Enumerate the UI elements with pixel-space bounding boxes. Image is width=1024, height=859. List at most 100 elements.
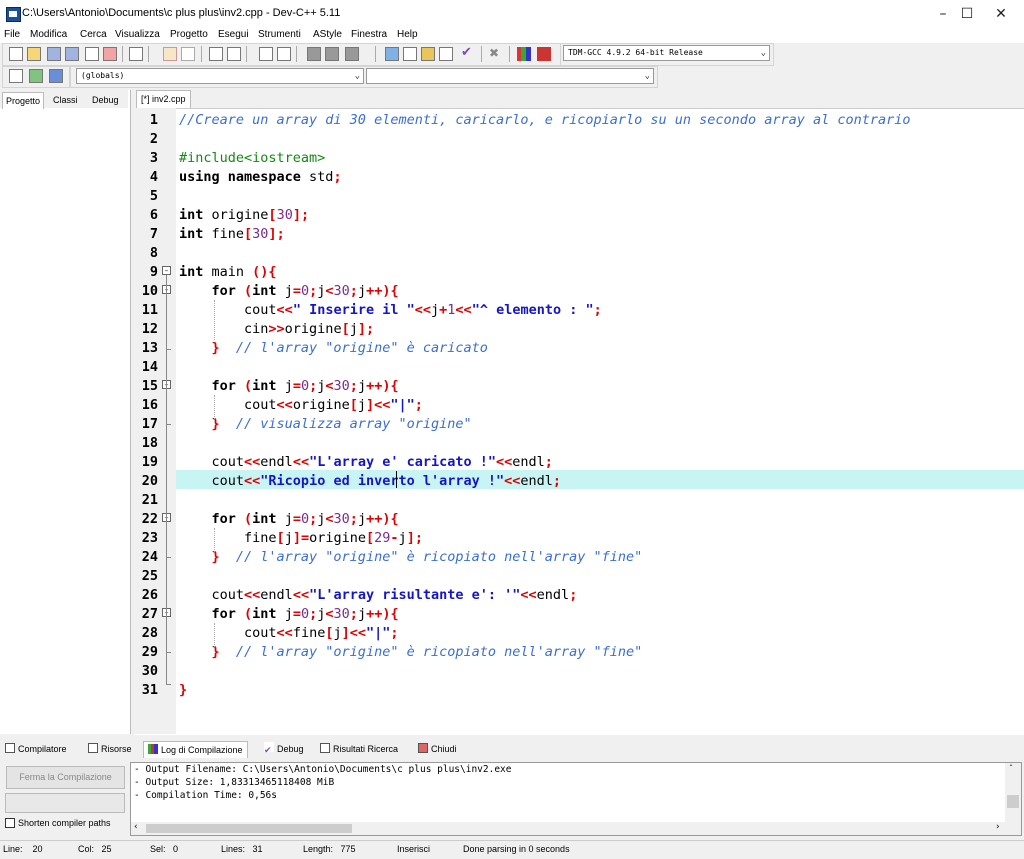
compile-icon[interactable] (385, 47, 399, 61)
debug-check-icon: ✔ (264, 742, 274, 755)
rebuild-icon[interactable] (439, 47, 453, 61)
code-line[interactable]: for (int j=0;j<30;j++){ (179, 377, 399, 396)
menu-astyle[interactable]: AStyle (313, 29, 342, 40)
project-remove-icon[interactable] (345, 47, 359, 61)
tab-progetto[interactable]: Progetto (2, 92, 45, 109)
fold-end-mark (166, 557, 171, 558)
menu-help[interactable]: Help (397, 29, 418, 40)
save-all-icon[interactable] (65, 47, 79, 61)
stop-compilation-button[interactable]: Ferma la Compilazione (6, 766, 125, 789)
replace-icon[interactable] (227, 47, 241, 61)
code-line[interactable]: cout<<"Ricopio ed inverto l'array !"<<en… (179, 472, 562, 491)
tab-debug[interactable]: Debug (89, 92, 122, 108)
code-line[interactable]: int origine[30]; (179, 206, 309, 225)
print-icon[interactable] (129, 47, 143, 61)
tab-classi[interactable]: Classi (50, 92, 81, 108)
menu-progetto[interactable]: Progetto (170, 29, 208, 40)
goto-bookmark-icon[interactable] (49, 69, 63, 83)
line-number: 22 (141, 511, 158, 527)
line-number: 13 (141, 340, 158, 356)
code-line[interactable]: cout<<endl<<"L'array e' caricato !"<<end… (179, 453, 553, 472)
menu-visualizza[interactable]: Visualizza (115, 29, 160, 40)
line-number: 21 (141, 492, 158, 508)
compiler-select[interactable]: TDM-GCC 4.9.2 64-bit Release ⌄ (563, 45, 770, 61)
tab-debug-bottom[interactable]: ✔ Debug (264, 741, 304, 757)
code-line[interactable]: for (int j=0;j<30;j++){ (179, 282, 399, 301)
menu-file[interactable]: File (4, 29, 20, 40)
scope-select[interactable]: (globals) ⌄ (76, 68, 364, 84)
code-line[interactable]: } // l'array "origine" è ricopiato nell'… (179, 548, 643, 567)
line-number: 30 (141, 663, 158, 679)
open-file-icon[interactable] (27, 47, 41, 61)
code-line[interactable]: int main (){ (179, 263, 277, 282)
compile-run-icon[interactable] (421, 47, 435, 61)
tab-risorse[interactable]: Risorse (88, 741, 132, 757)
delete-profile-icon[interactable] (537, 47, 551, 61)
tab-log-compilazione[interactable]: Log di Compilazione (143, 741, 248, 758)
code-line[interactable]: cin>>origine[j]; (179, 320, 374, 339)
line-number: 11 (141, 302, 158, 318)
code-line[interactable]: cout<<fine[j]<<"|"; (179, 624, 399, 643)
tab-compilatore[interactable]: Compilatore (5, 741, 67, 757)
scroll-left-icon[interactable]: ‹ (134, 822, 138, 832)
project-new-icon[interactable] (307, 47, 321, 61)
code-line[interactable]: fine[j]=origine[29-j]; (179, 529, 423, 548)
close-all-icon[interactable] (103, 47, 117, 61)
chevron-down-icon: ⌄ (354, 71, 360, 81)
close-file-icon[interactable] (85, 47, 99, 61)
tab-chiudi[interactable]: Chiudi (418, 741, 457, 757)
new-file-icon[interactable] (9, 47, 23, 61)
fold-end-mark (166, 684, 171, 685)
save-icon[interactable] (47, 47, 61, 61)
code-line[interactable]: int fine[30]; (179, 225, 285, 244)
undo-icon[interactable] (163, 47, 177, 61)
shorten-paths-checkbox[interactable]: Shorten compiler paths (5, 818, 111, 828)
menu-finestra[interactable]: Finestra (351, 29, 387, 40)
menu-cerca[interactable]: Cerca (80, 29, 107, 40)
project-panel (0, 90, 131, 734)
menu-modifica[interactable]: Modifica (30, 29, 67, 40)
syntax-check-icon[interactable]: ✔ (461, 46, 475, 61)
code-line[interactable]: } (179, 681, 187, 700)
code-line[interactable]: cout<<origine[j]<<"|"; (179, 396, 423, 415)
log-vscroll-thumb[interactable] (1007, 795, 1019, 808)
indent-guide (214, 623, 215, 647)
status-message: Done parsing in 0 seconds (463, 844, 570, 854)
goto-line-icon[interactable] (259, 47, 273, 61)
code-line[interactable]: #include<iostream> (179, 149, 325, 168)
editor-file-tab[interactable]: [*] inv2.cpp (136, 90, 191, 108)
code-line[interactable]: cout<<endl<<"L'array risultante e': '"<<… (179, 586, 578, 605)
stop-execution-icon[interactable]: ✖ (489, 47, 503, 61)
redo-icon[interactable] (181, 47, 195, 61)
find-icon[interactable] (209, 47, 223, 61)
code-line[interactable]: for (int j=0;j<30;j++){ (179, 605, 399, 624)
code-line[interactable]: } // l'array "origine" è ricopiato nell'… (179, 643, 643, 662)
close-button[interactable]: ✕ (978, 0, 1024, 28)
toggle-bookmark-icon[interactable] (29, 69, 43, 83)
scroll-up-icon[interactable]: ˆ (1009, 764, 1013, 773)
checkbox-box[interactable] (5, 818, 15, 828)
code-line[interactable]: cout<<" Inserire il "<<j+1<<"^ elemento … (179, 301, 602, 320)
menu-esegui[interactable]: Esegui (218, 29, 249, 40)
insert-icon[interactable] (9, 69, 23, 83)
project-add-icon[interactable] (325, 47, 339, 61)
log-scroll-thumb[interactable] (146, 824, 352, 833)
status-sel: Sel: 0 (150, 844, 179, 854)
tab-risultati-ricerca[interactable]: Risultati Ricerca (320, 741, 398, 757)
bookmark-icon[interactable] (277, 47, 291, 61)
class-toolbar (2, 66, 70, 88)
profile-icon[interactable] (517, 47, 531, 61)
run-icon[interactable] (403, 47, 417, 61)
code-line[interactable]: using namespace std; (179, 168, 342, 187)
code-line[interactable]: //Creare un array di 30 elementi, carica… (179, 111, 911, 130)
text-caret (396, 471, 397, 488)
line-number: 23 (141, 530, 158, 546)
compiler-icon (5, 743, 15, 753)
scroll-right-icon[interactable]: › (996, 822, 1000, 832)
menu-strumenti[interactable]: Strumenti (258, 29, 301, 40)
code-line[interactable]: for (int j=0;j<30;j++){ (179, 510, 399, 529)
code-line[interactable]: } // visualizza array "origine" (179, 415, 472, 434)
member-select[interactable]: ⌄ (366, 68, 654, 84)
code-line[interactable]: } // l'array "origine" è caricato (179, 339, 488, 358)
fold-toggle-icon[interactable]: – (162, 266, 171, 275)
